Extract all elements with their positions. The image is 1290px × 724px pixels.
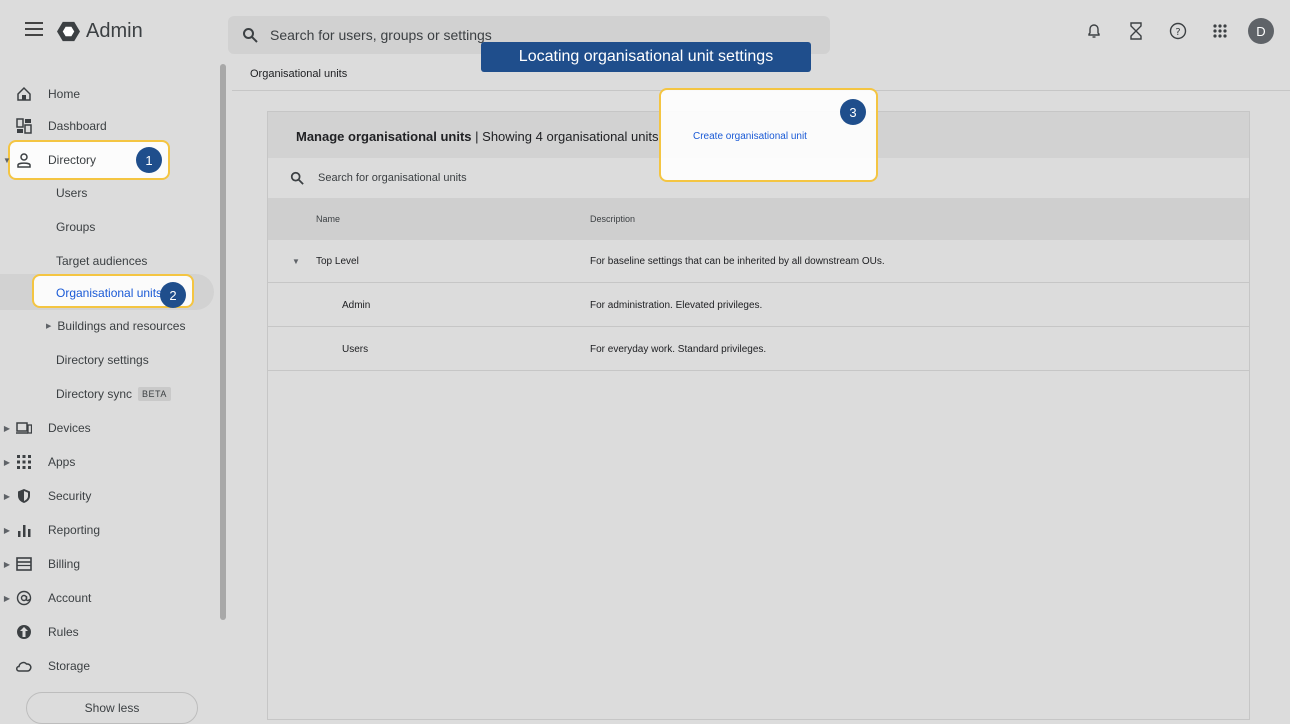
chevron-down-icon[interactable]: ▼ xyxy=(292,257,300,266)
panel-title-main: Manage organisational units xyxy=(296,129,472,144)
avatar[interactable]: D xyxy=(1248,18,1274,44)
sidebar-subitem-directory-settings[interactable]: Directory settings xyxy=(56,344,149,376)
table-row[interactable]: Admin For administration. Elevated privi… xyxy=(268,284,1249,327)
chevron-right-icon: ▶ xyxy=(3,525,11,535)
sidebar-subitem-groups[interactable]: Groups xyxy=(56,211,95,243)
row-name: Top Level xyxy=(316,256,359,267)
sidebar-item-directory[interactable]: ▼ Directory xyxy=(0,144,210,176)
tutorial-banner: Locating organisational unit settings xyxy=(481,42,811,72)
admin-logo-icon xyxy=(57,21,80,42)
sidebar-item-label: Dashboard xyxy=(48,119,107,133)
chevron-right-icon: ▶ xyxy=(3,423,11,433)
chevron-right-icon: ▶ xyxy=(3,559,11,569)
breadcrumb: Organisational units xyxy=(250,68,348,80)
sidebar-subitem-buildings-and-resources[interactable]: ▶ Buildings and resources xyxy=(46,310,185,342)
row-name: Admin xyxy=(342,300,371,311)
apps-icon xyxy=(14,452,34,472)
cloud-icon xyxy=(14,656,34,676)
ou-search-input[interactable] xyxy=(318,172,718,184)
sidebar-item-storage[interactable]: Storage xyxy=(0,650,210,682)
row-description: For everyday work. Standard privileges. xyxy=(590,344,767,355)
sidebar-item-label: Security xyxy=(48,489,92,503)
sidebar-item-apps[interactable]: ▶ Apps xyxy=(0,446,210,478)
sidebar-scrollbar[interactable] xyxy=(220,64,226,620)
sidebar-item-security[interactable]: ▶ Security xyxy=(0,480,210,512)
sidebar-item-devices[interactable]: ▶ Devices xyxy=(0,412,210,444)
chevron-down-icon: ▼ xyxy=(3,155,11,165)
chevron-right-icon: ▶ xyxy=(46,323,52,330)
sidebar-subitem-label: Directory sync xyxy=(56,387,133,401)
sidebar-item-label: Directory xyxy=(48,153,97,167)
bell-icon[interactable] xyxy=(1082,19,1106,43)
step-badge-2: 2 xyxy=(160,282,186,308)
panel-title: Manage organisational units | Showing 4 … xyxy=(296,129,658,144)
organisational-units-panel: Manage organisational units | Showing 4 … xyxy=(267,111,1250,720)
row-name: Users xyxy=(342,344,369,355)
panel-title-count: | Showing 4 organisational units xyxy=(475,129,659,144)
sidebar-item-label: Storage xyxy=(48,659,91,673)
sidebar-item-label: Devices xyxy=(48,421,91,435)
step-badge-1: 1 xyxy=(136,147,162,173)
table-header: Name Description xyxy=(268,198,1249,240)
global-search-input[interactable] xyxy=(270,27,770,43)
row-description: For baseline settings that can be inheri… xyxy=(590,256,885,267)
at-icon xyxy=(14,588,34,608)
dashboard-icon xyxy=(14,116,34,136)
help-icon[interactable]: ? xyxy=(1166,19,1190,43)
app-name: Admin xyxy=(86,20,143,42)
show-less-button[interactable]: Show less xyxy=(26,692,198,724)
sidebar-item-home[interactable]: Home xyxy=(0,78,210,110)
sidebar-subitem-target-audiences[interactable]: Target audiences xyxy=(56,245,147,277)
table-row[interactable]: ▼ Top Level For baseline settings that c… xyxy=(268,240,1249,283)
chevron-right-icon: ▶ xyxy=(3,457,11,467)
sidebar-subitem-organisational-units[interactable]: Organisational units xyxy=(56,277,162,309)
sidebar-item-account[interactable]: ▶ Account xyxy=(0,582,210,614)
rules-icon xyxy=(14,622,34,642)
sidebar-item-reporting[interactable]: ▶ Reporting xyxy=(0,514,210,546)
sidebar-item-dashboard[interactable]: Dashboard xyxy=(0,110,210,142)
person-icon xyxy=(14,150,34,170)
chevron-right-icon: ▶ xyxy=(3,491,11,501)
row-description: For administration. Elevated privileges. xyxy=(590,300,763,311)
shield-icon xyxy=(14,486,34,506)
sidebar-subitem-label: Buildings and resources xyxy=(57,319,186,333)
create-organisational-unit-link[interactable]: Create organisational unit xyxy=(693,131,807,142)
menu-icon[interactable] xyxy=(25,22,43,36)
bar-chart-icon xyxy=(14,520,34,540)
sidebar-item-billing[interactable]: ▶ Billing xyxy=(0,548,210,580)
search-icon xyxy=(290,171,304,185)
chevron-right-icon: ▶ xyxy=(3,593,11,603)
sidebar-item-label: Apps xyxy=(48,455,76,469)
sidebar: Home Dashboard ▼ Directory 1 Users Group… xyxy=(0,60,222,724)
sidebar-subitem-users[interactable]: Users xyxy=(56,177,87,209)
sidebar-subitem-directory-sync[interactable]: Directory sync BETA xyxy=(56,378,171,410)
step-badge-3: 3 xyxy=(840,99,866,125)
sidebar-item-label: Billing xyxy=(48,557,81,571)
search-icon xyxy=(243,28,258,43)
sidebar-item-label: Rules xyxy=(48,625,79,639)
table-row[interactable]: Users For everyday work. Standard privil… xyxy=(268,328,1249,371)
sidebar-item-rules[interactable]: Rules xyxy=(0,616,210,648)
hourglass-icon[interactable] xyxy=(1124,19,1148,43)
admin-brand[interactable]: Admin xyxy=(57,20,143,43)
sidebar-item-label: Account xyxy=(48,591,92,605)
sidebar-item-label: Home xyxy=(48,87,81,101)
svg-text:?: ? xyxy=(1175,27,1180,38)
apps-grid-icon[interactable] xyxy=(1208,19,1232,43)
card-icon xyxy=(14,554,34,574)
column-header-description[interactable]: Description xyxy=(590,214,635,224)
devices-icon xyxy=(14,418,34,438)
column-header-name[interactable]: Name xyxy=(316,214,340,224)
beta-badge: BETA xyxy=(138,387,171,401)
sidebar-item-label: Reporting xyxy=(48,523,101,537)
top-icons: ? D xyxy=(1064,18,1274,44)
home-icon xyxy=(14,84,34,104)
